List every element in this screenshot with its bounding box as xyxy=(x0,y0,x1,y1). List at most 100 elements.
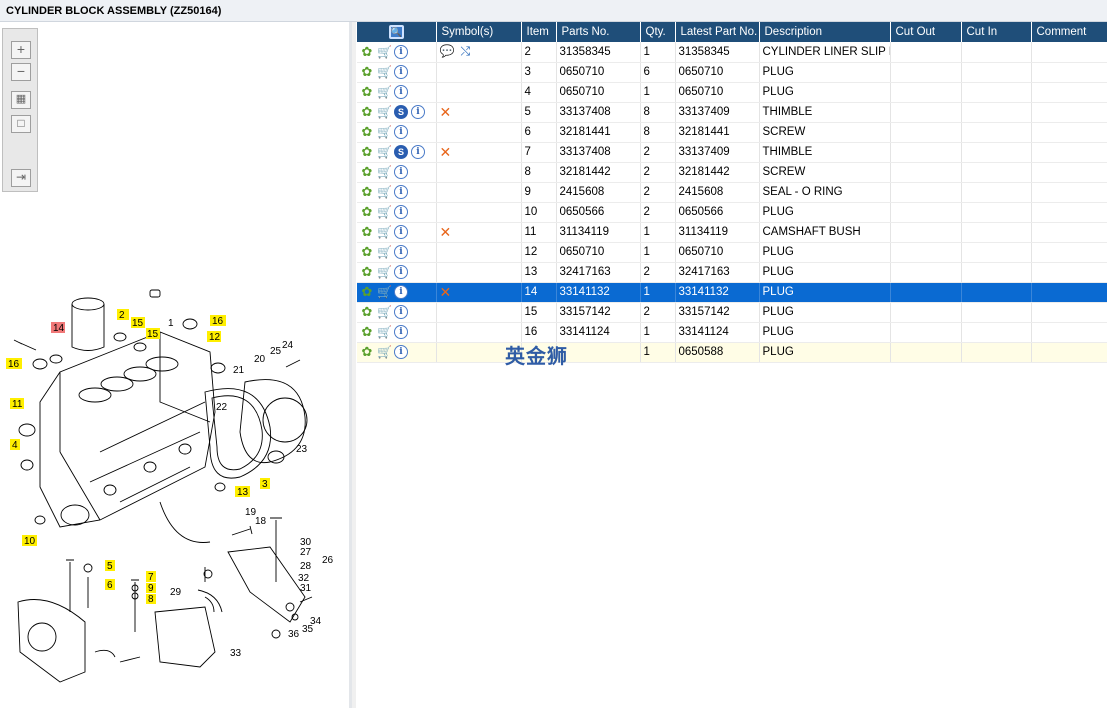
exploded-parts-diagram[interactable]: 2 15 15 16 12 16 14 11 4 10 3 13 5 6 7 9… xyxy=(0,252,340,702)
column-header-cut-in[interactable]: Cut In xyxy=(961,22,1032,42)
fit-all-button[interactable]: ▦ xyxy=(11,91,31,109)
supersession-icon[interactable]: S xyxy=(394,145,408,159)
info-icon[interactable]: i xyxy=(394,205,408,219)
cell-latest-part-no: 0650566 xyxy=(675,202,760,223)
cross-icon[interactable]: ✕ xyxy=(440,284,452,300)
cart-icon[interactable]: 🛒 xyxy=(377,165,392,179)
info-icon[interactable]: i xyxy=(411,105,425,119)
link-icon[interactable]: ⤭ xyxy=(460,44,470,58)
cart-icon[interactable]: 🛒 xyxy=(377,225,392,239)
column-header-cut-out[interactable]: Cut Out xyxy=(890,22,962,42)
cross-icon[interactable]: ✕ xyxy=(440,104,452,120)
gear-icon[interactable]: ✿ xyxy=(360,65,374,79)
cross-icon[interactable]: ✕ xyxy=(440,144,452,160)
gear-icon[interactable]: ✿ xyxy=(360,125,374,139)
table-row[interactable]: ✿ 🛒 i 12 0650710 1 0650710 PLUG xyxy=(357,242,1107,263)
zoom-out-button[interactable]: − xyxy=(11,63,31,81)
info-icon[interactable]: i xyxy=(394,285,408,299)
table-row[interactable]: ✿ 🛒 i 3 0650710 6 0650710 PLUG xyxy=(357,62,1107,83)
cart-icon[interactable]: 🛒 xyxy=(377,265,392,279)
cell-item: 13 xyxy=(521,262,557,283)
table-row[interactable]: ✿ 🛒 i 💬 ⤭ 2 31358345 1 31358345 CYLINDER LINER SL… xyxy=(357,42,1107,63)
table-row[interactable]: ✿ 🛒 i 9 2415608 2 2415608 SEAL - O RING xyxy=(357,182,1107,203)
table-row[interactable]: ✿ 🛒 i 8 32181442 2 32181442 SCREW xyxy=(357,162,1107,183)
table-row[interactable]: ✿ 🛒 i ✕ 11 31134119 1 31134119 CAMSHAFT BUSH xyxy=(357,222,1107,243)
column-header-tools[interactable]: 🔍 xyxy=(357,22,437,42)
export-button[interactable]: ⇥ xyxy=(11,169,31,187)
svg-text:14: 14 xyxy=(53,323,65,334)
table-row[interactable]: ✿ 🛒 i 6 32181441 8 32181441 SCREW xyxy=(357,122,1107,143)
gear-icon[interactable]: ✿ xyxy=(360,145,374,159)
cart-icon[interactable]: 🛒 xyxy=(377,105,392,119)
gear-icon[interactable]: ✿ xyxy=(360,44,374,59)
gear-icon[interactable]: ✿ xyxy=(360,345,374,359)
table-row[interactable]: ✿ 🛒 Si ✕ 7 33137408 2 33137409 THIMBLE xyxy=(357,142,1107,163)
pane-splitter[interactable] xyxy=(352,22,356,708)
cell-parts-no: 0650566 xyxy=(556,202,641,223)
gear-icon[interactable]: ✿ xyxy=(360,325,374,339)
cart-icon[interactable]: 🛒 xyxy=(377,285,392,299)
svg-text:29: 29 xyxy=(170,587,182,598)
search-icon[interactable]: 🔍 xyxy=(388,25,404,39)
supersession-icon[interactable]: S xyxy=(394,105,408,119)
info-icon[interactable]: i xyxy=(394,44,408,59)
info-icon[interactable]: i xyxy=(394,125,408,139)
table-row[interactable]: ✿ 🛒 i ✕ 14 33141132 1 33141132 PLUG xyxy=(357,282,1107,303)
note-icon[interactable]: 💬 xyxy=(440,44,455,58)
cart-icon[interactable]: 🛒 xyxy=(377,185,392,199)
info-icon[interactable]: i xyxy=(394,85,408,99)
gear-icon[interactable]: ✿ xyxy=(360,225,374,239)
column-header-latest-part-no[interactable]: Latest Part No. xyxy=(675,22,760,42)
info-icon[interactable]: i xyxy=(394,185,408,199)
gear-icon[interactable]: ✿ xyxy=(360,305,374,319)
gear-icon[interactable]: ✿ xyxy=(360,265,374,279)
gear-icon[interactable]: ✿ xyxy=(360,85,374,99)
column-header-parts-no[interactable]: Parts No. xyxy=(556,22,641,42)
column-header-symbols[interactable]: Symbol(s) xyxy=(436,22,522,42)
table-row[interactable]: ✿ 🛒 i 10 0650566 2 0650566 PLUG xyxy=(357,202,1107,223)
cell-cut-out xyxy=(890,282,962,303)
table-row[interactable]: ✿ 🛒 i 15 33157142 2 33157142 PLUG xyxy=(357,302,1107,323)
info-icon[interactable]: i xyxy=(394,325,408,339)
table-row[interactable]: ✿ 🛒 i 1 0650588 PLUG xyxy=(357,342,1107,363)
cross-icon[interactable]: ✕ xyxy=(440,224,452,240)
cart-icon[interactable]: 🛒 xyxy=(377,45,392,59)
cart-icon[interactable]: 🛒 xyxy=(377,345,392,359)
info-icon[interactable]: i xyxy=(411,145,425,159)
info-icon[interactable]: i xyxy=(394,265,408,279)
gear-icon[interactable]: ✿ xyxy=(360,245,374,259)
gear-icon[interactable]: ✿ xyxy=(360,205,374,219)
table-row[interactable]: ✿ 🛒 i 13 32417163 2 32417163 PLUG xyxy=(357,262,1107,283)
info-icon[interactable]: i xyxy=(394,245,408,259)
cart-icon[interactable]: 🛒 xyxy=(377,305,392,319)
info-icon[interactable]: i xyxy=(394,305,408,319)
table-row[interactable]: ✿ 🛒 Si ✕ 5 33137408 8 33137409 THIMBLE xyxy=(357,102,1107,123)
gear-icon[interactable]: ✿ xyxy=(360,105,374,119)
cart-icon[interactable]: 🛒 xyxy=(377,245,392,259)
table-row[interactable]: ✿ 🛒 i 4 0650710 1 0650710 PLUG xyxy=(357,82,1107,103)
gear-icon[interactable]: ✿ xyxy=(360,185,374,199)
cart-icon[interactable]: 🛒 xyxy=(377,65,392,79)
info-icon[interactable]: i xyxy=(394,65,408,79)
column-header-item[interactable]: Item xyxy=(521,22,557,42)
gear-icon[interactable]: ✿ xyxy=(360,165,374,179)
gear-icon[interactable]: ✿ xyxy=(360,285,374,299)
info-icon[interactable]: i xyxy=(394,165,408,179)
cart-icon[interactable]: 🛒 xyxy=(377,145,392,159)
zoom-in-button[interactable]: + xyxy=(11,41,31,59)
cart-icon[interactable]: 🛒 xyxy=(377,125,392,139)
column-header-comment[interactable]: Comment xyxy=(1031,22,1107,42)
column-header-qty[interactable]: Qty. xyxy=(640,22,676,42)
fit-page-button[interactable]: □ xyxy=(11,115,31,133)
svg-text:16: 16 xyxy=(8,359,20,370)
cart-icon[interactable]: 🛒 xyxy=(377,325,392,339)
table-row[interactable]: ✿ 🛒 i 16 33141124 1 33141124 PLUG xyxy=(357,322,1107,343)
row-symbols xyxy=(436,122,522,143)
cart-icon[interactable]: 🛒 xyxy=(377,85,392,99)
cart-icon[interactable]: 🛒 xyxy=(377,205,392,219)
diagram-pane[interactable]: + − ▦ □ ⇥ 2 15 15 16 12 16 14 11 4 10 3 … xyxy=(0,22,352,708)
cell-item: 12 xyxy=(521,242,557,263)
column-header-description[interactable]: Description xyxy=(759,22,891,42)
info-icon[interactable]: i xyxy=(394,225,408,239)
info-icon[interactable]: i xyxy=(394,345,408,359)
